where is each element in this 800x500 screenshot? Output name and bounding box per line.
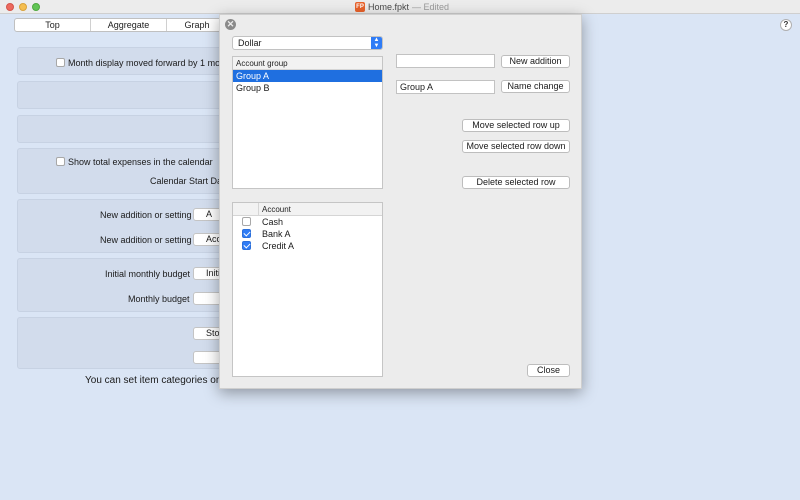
title-bar: FP Home.fpkt — Edited xyxy=(0,0,800,14)
account-checkbox-bank-a[interactable] xyxy=(241,229,251,238)
account-label: Credit A xyxy=(262,241,295,251)
bottom-note: You can set item categories on xyxy=(85,375,222,386)
show-total-label: Show total expenses in the calendar xyxy=(68,157,213,167)
calendar-start-label: Calendar Start Day xyxy=(150,176,227,186)
document-icon: FP xyxy=(355,2,365,12)
account-table[interactable]: Account Cash Bank A Credit A xyxy=(232,202,383,377)
new-addition-label-1: New addition or setting xyxy=(100,210,192,220)
account-row[interactable]: Credit A xyxy=(233,240,382,252)
edited-indicator: — Edited xyxy=(412,2,450,12)
name-change-input[interactable]: Group A xyxy=(396,80,495,94)
account-group-sheet: ✕ Dollar ▲ ▼ Account group Group A Group … xyxy=(219,14,582,389)
account-group-table[interactable]: Account group Group A Group B xyxy=(232,56,383,189)
new-addition-input[interactable] xyxy=(396,54,495,68)
settings-panel-2 xyxy=(17,81,237,109)
window-title-text: Home.fpkt xyxy=(368,2,410,12)
settings-panel-calendar xyxy=(17,148,237,194)
new-addition-button[interactable]: New addition xyxy=(501,55,570,68)
chevron-updown-icon: ▲ ▼ xyxy=(371,37,382,49)
delete-row-button[interactable]: Delete selected row xyxy=(462,176,570,189)
account-check-column-header[interactable] xyxy=(233,203,259,215)
show-total-option[interactable]: Show total expenses in the calendar xyxy=(56,157,213,167)
account-row[interactable]: Bank A xyxy=(233,228,382,240)
account-checkbox-cash[interactable] xyxy=(241,217,251,226)
account-table-header: Account xyxy=(233,203,382,216)
account-column-header[interactable]: Account xyxy=(259,203,291,215)
account-row[interactable]: Cash xyxy=(233,216,382,228)
tab-aggregate[interactable]: Aggregate xyxy=(91,19,167,31)
tab-top[interactable]: Top xyxy=(15,19,91,31)
close-window-button[interactable] xyxy=(6,3,14,11)
month-forward-option[interactable]: Month display moved forward by 1 month xyxy=(56,58,233,68)
account-group-header[interactable]: Account group xyxy=(233,57,382,70)
account-group-row[interactable]: Group B xyxy=(233,82,382,94)
account-label: Bank A xyxy=(262,229,291,239)
settings-panel-3 xyxy=(17,115,237,143)
main-tabs: Top Aggregate Graph xyxy=(14,18,228,32)
help-button[interactable]: ? xyxy=(780,19,792,31)
initial-budget-label: Initial monthly budget xyxy=(105,269,191,279)
name-change-button[interactable]: Name change xyxy=(501,80,570,93)
tab-graph[interactable]: Graph xyxy=(167,19,227,31)
window-title: FP Home.fpkt — Edited xyxy=(355,1,449,13)
account-checkbox-credit-a[interactable] xyxy=(241,241,251,250)
move-up-button[interactable]: Move selected row up xyxy=(462,119,570,132)
close-button[interactable]: Close xyxy=(527,364,570,377)
monthly-budget-label: Monthly budget xyxy=(128,294,190,304)
month-forward-checkbox[interactable] xyxy=(56,58,65,67)
close-icon[interactable]: ✕ xyxy=(225,19,236,30)
show-total-checkbox[interactable] xyxy=(56,157,65,166)
currency-select[interactable]: Dollar ▲ ▼ xyxy=(232,36,383,50)
move-down-button[interactable]: Move selected row down xyxy=(462,140,570,153)
zoom-window-button[interactable] xyxy=(32,3,40,11)
month-forward-label: Month display moved forward by 1 month xyxy=(68,58,233,68)
new-addition-label-2: New addition or setting xyxy=(100,235,192,245)
minimize-window-button[interactable] xyxy=(19,3,27,11)
account-group-row[interactable]: Group A xyxy=(233,70,382,82)
currency-selected-value: Dollar xyxy=(238,38,262,48)
account-label: Cash xyxy=(262,217,284,227)
